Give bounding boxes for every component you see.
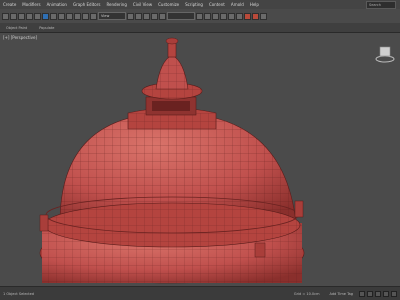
grid-readout: Grid = 10.0cm <box>293 291 320 296</box>
menu-help[interactable]: Help <box>247 2 262 7</box>
percent-snap-icon[interactable] <box>151 12 158 20</box>
right-clip <box>294 200 304 218</box>
main-toolbar: View <box>0 9 400 23</box>
left-clip <box>39 214 49 232</box>
menu-bar: Create Modifiers Animation Graph Editors… <box>0 0 400 9</box>
rect-select-icon[interactable] <box>58 12 65 20</box>
menu-scripting[interactable]: Scripting <box>182 2 206 7</box>
next-frame-icon[interactable] <box>383 290 389 297</box>
menu-content[interactable]: Content <box>206 2 228 7</box>
align-icon[interactable] <box>204 12 211 20</box>
play-icon[interactable] <box>375 290 381 297</box>
search-input[interactable]: Search <box>366 0 396 9</box>
menu-rendering[interactable]: Rendering <box>103 2 129 7</box>
menu-arnold[interactable]: Arnold <box>228 2 247 7</box>
go-to-start-icon[interactable] <box>359 290 365 297</box>
select-icon[interactable] <box>42 12 49 20</box>
link-icon[interactable] <box>18 12 25 20</box>
dome-model <box>39 37 305 284</box>
mirror-icon[interactable] <box>196 12 203 20</box>
redo-icon[interactable] <box>10 12 17 20</box>
pivot-icon[interactable] <box>127 12 134 20</box>
front-clip <box>254 242 266 258</box>
render-frame-icon[interactable] <box>252 12 259 20</box>
prev-frame-icon[interactable] <box>367 290 373 297</box>
add-time-tag[interactable]: Add Time Tag <box>330 292 354 296</box>
snap-icon[interactable] <box>135 12 142 20</box>
status-message: 1 Object Selected <box>3 291 35 296</box>
view-select[interactable]: View <box>98 12 126 20</box>
ribbon-tab-populate[interactable]: Populate <box>33 26 60 30</box>
layers-icon[interactable] <box>212 12 219 20</box>
curve-editor-icon[interactable] <box>220 12 227 20</box>
ribbon-tab-object-paint[interactable]: Object Paint <box>0 26 33 30</box>
render-setup-icon[interactable] <box>244 12 251 20</box>
window-crossing-icon[interactable] <box>66 12 73 20</box>
menu-customize[interactable]: Customize <box>155 2 182 7</box>
menu-civil-view[interactable]: Civil View <box>130 2 155 7</box>
menu-animation[interactable]: Animation <box>44 2 70 7</box>
move-icon[interactable] <box>74 12 81 20</box>
menu-create[interactable]: Create <box>0 2 19 7</box>
menu-modifiers[interactable]: Modifiers <box>19 2 43 7</box>
viewcube-icon[interactable] <box>374 43 396 65</box>
angle-snap-icon[interactable] <box>143 12 150 20</box>
material-editor-icon[interactable] <box>236 12 243 20</box>
bind-icon[interactable] <box>34 12 41 20</box>
spinner-snap-icon[interactable] <box>159 12 166 20</box>
scale-icon[interactable] <box>90 12 97 20</box>
selection-set-select[interactable] <box>167 12 195 20</box>
schematic-icon[interactable] <box>228 12 235 20</box>
rotate-icon[interactable] <box>82 12 89 20</box>
perspective-viewport[interactable]: [+] [Perspective] <box>0 33 400 286</box>
render-icon[interactable] <box>260 12 267 20</box>
unlink-icon[interactable] <box>26 12 33 20</box>
status-bar: 1 Object Selected Grid = 10.0cm Add Time… <box>0 286 400 300</box>
menu-graph-editors[interactable]: Graph Editors <box>70 2 103 7</box>
playback-controls <box>359 290 397 297</box>
undo-icon[interactable] <box>2 12 9 20</box>
select-by-name-icon[interactable] <box>50 12 57 20</box>
ribbon: Object Paint Populate <box>0 23 400 33</box>
go-to-end-icon[interactable] <box>391 290 397 297</box>
